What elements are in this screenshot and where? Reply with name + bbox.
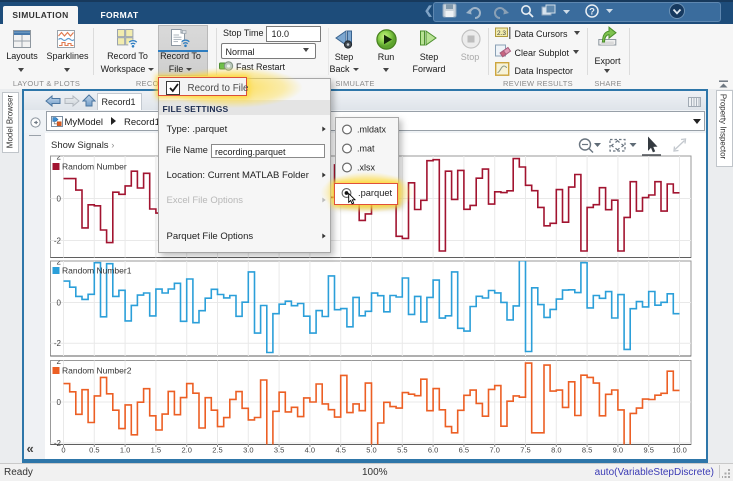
svg-text:.xlsx: .xlsx bbox=[357, 163, 376, 173]
svg-text:2: 2 bbox=[57, 152, 62, 161]
svg-text:0: 0 bbox=[57, 398, 62, 407]
svg-text:2: 2 bbox=[57, 258, 62, 267]
svg-text:-2: -2 bbox=[54, 439, 62, 448]
svg-text:.mat: .mat bbox=[357, 144, 375, 154]
svg-text:Random Number: Random Number bbox=[62, 162, 127, 172]
svg-text:.mldatx: .mldatx bbox=[357, 125, 387, 135]
svg-text:-2: -2 bbox=[54, 339, 62, 348]
svg-text:Random Number1: Random Number1 bbox=[62, 266, 132, 276]
svg-text:0: 0 bbox=[57, 194, 62, 203]
svg-text:Random Number2: Random Number2 bbox=[62, 366, 132, 376]
svg-text:.parquet: .parquet bbox=[358, 188, 393, 198]
svg-text:0: 0 bbox=[57, 298, 62, 307]
svg-text:2: 2 bbox=[57, 357, 62, 366]
svg-text:-2: -2 bbox=[54, 236, 62, 245]
